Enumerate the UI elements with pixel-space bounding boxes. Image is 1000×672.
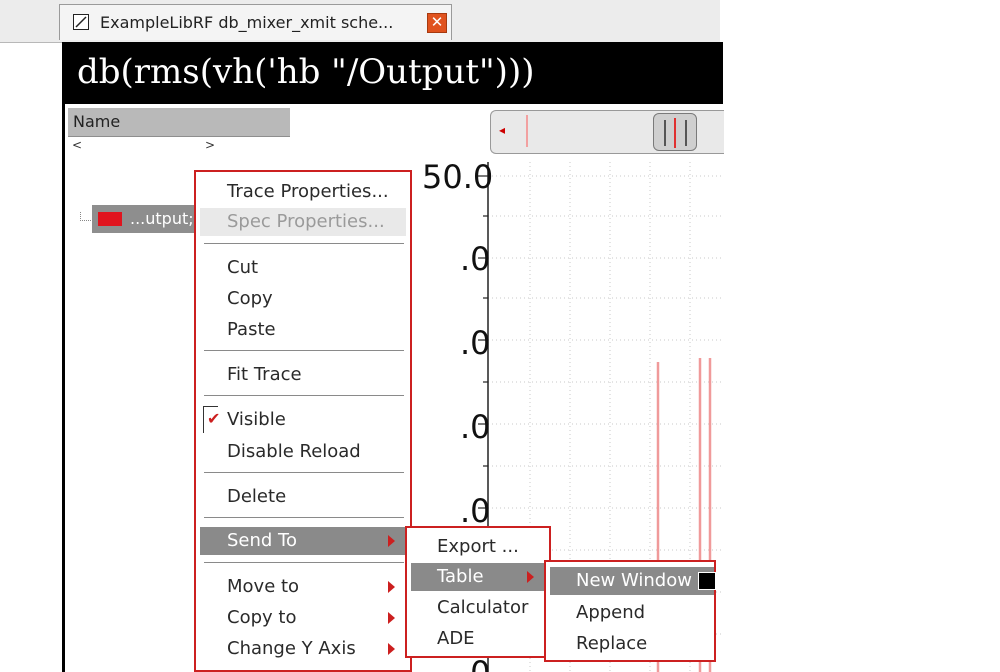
menu-item-fit-trace[interactable]: Fit Trace [200, 361, 406, 389]
menu-item-new-window[interactable]: New Window [550, 567, 716, 595]
expression-bar: db(rms(vh('hb "/Output"))) [65, 42, 723, 104]
menu-item-label: New Window [576, 570, 692, 591]
scroll-left-icon[interactable]: ◂ [499, 123, 505, 137]
close-icon[interactable]: ✕ [427, 13, 447, 33]
submenu-arrow-icon [388, 535, 395, 547]
tab-strip: ExampleLibRF db_mixer_xmit sche... ✕ [0, 0, 720, 43]
menu-item-export[interactable]: Export ... [411, 533, 547, 561]
menu-item-label: Copy to [227, 607, 297, 628]
scroll-marker [526, 115, 528, 147]
menu-item-label: ADE [437, 628, 475, 649]
tree-connector [80, 212, 91, 221]
grip-line [685, 120, 687, 146]
menu-item-label: Change Y Axis [227, 638, 356, 659]
plot-expression: db(rms(vh('hb "/Output"))) [77, 52, 535, 92]
menu-separator [204, 517, 404, 518]
menu-item-spec-properties: Spec Properties... [200, 208, 406, 236]
menu-item-calculator[interactable]: Calculator [411, 594, 547, 622]
menu-item-label: Disable Reload [227, 441, 361, 462]
menu-item-disable-reload[interactable]: Disable Reload [200, 438, 406, 466]
menu-item-paste[interactable]: Paste [200, 316, 406, 344]
legend-header-label: Name [73, 112, 121, 131]
menu-item-label: Send To [227, 530, 298, 551]
menu-item-label: Spec Properties... [227, 211, 385, 232]
y-tick-label: .0 [460, 240, 491, 278]
y-tick-label: .0 [460, 408, 491, 446]
menu-item-label: Visible [227, 409, 286, 430]
menu-separator [204, 562, 404, 563]
menu-item-visible[interactable]: ✔ Visible [200, 406, 406, 434]
menu-item-change-y-axis[interactable]: Change Y Axis [200, 635, 406, 663]
submenu-arrow-icon [388, 612, 395, 624]
menu-separator [204, 243, 404, 244]
menu-separator [204, 350, 404, 351]
menu-item-label: Delete [227, 486, 287, 507]
menu-item-label: Replace [576, 633, 648, 654]
menu-item-label: Fit Trace [227, 364, 302, 385]
checkmark-icon: ✔ [207, 409, 221, 428]
menu-separator [204, 395, 404, 396]
virtuoso-waveform-window: ExampleLibRF db_mixer_xmit sche... ✕ db(… [0, 0, 1000, 672]
send-to-submenu: Export ... Table Calculator ADE [405, 526, 551, 658]
menu-item-copy-to[interactable]: Copy to [200, 604, 406, 632]
trace-context-menu: Trace Properties... Spec Properties... C… [194, 170, 412, 672]
menu-item-table[interactable]: Table [411, 563, 547, 591]
legend-open-mark: < [72, 138, 83, 152]
trace-name: ...utput; I [130, 209, 204, 228]
menu-item-ade[interactable]: ADE [411, 625, 547, 653]
grip-line [664, 120, 666, 146]
menu-separator [204, 472, 404, 473]
submenu-arrow-icon [527, 571, 534, 583]
menu-item-move-to[interactable]: Move to [200, 573, 406, 601]
tab-title: ExampleLibRF db_mixer_xmit sche... [100, 13, 394, 32]
menu-item-label: Table [437, 566, 484, 587]
menu-item-replace[interactable]: Replace [550, 630, 714, 658]
menu-item-send-to[interactable]: Send To [200, 527, 406, 555]
menu-item-label: Calculator [437, 597, 529, 618]
scroll-position-marker [674, 118, 676, 148]
x-axis-strip-scroller[interactable]: ◂ [490, 110, 724, 154]
y-tick-label: .0 [460, 324, 491, 362]
trace-color-swatch [98, 212, 122, 226]
submenu-arrow-icon [388, 581, 395, 593]
menu-item-append[interactable]: Append [550, 599, 714, 627]
menu-item-delete[interactable]: Delete [200, 483, 406, 511]
menu-item-label: Trace Properties... [227, 181, 389, 202]
menu-item-copy[interactable]: Copy [200, 285, 406, 313]
menu-item-label: Copy [227, 288, 273, 309]
table-submenu: New Window Append Replace [544, 560, 716, 662]
menu-item-label: Cut [227, 257, 259, 278]
graph-window-icon [73, 14, 89, 30]
submenu-arrow-icon [388, 643, 395, 655]
scroll-thumb[interactable] [653, 113, 697, 151]
mouse-cursor-icon [698, 572, 716, 590]
y-tick-label: 50.0 [422, 158, 494, 196]
menu-item-label: Append [576, 602, 646, 623]
menu-item-label: Paste [227, 319, 276, 340]
legend-column-header[interactable]: Name [68, 108, 290, 137]
menu-item-cut[interactable]: Cut [200, 254, 406, 282]
menu-item-label: Export ... [437, 536, 519, 557]
menu-item-trace-properties[interactable]: Trace Properties... [200, 178, 406, 206]
menu-item-label: Move to [227, 576, 300, 597]
tab-schematic-plot[interactable]: ExampleLibRF db_mixer_xmit sche... ✕ [59, 4, 452, 40]
y-tick-label: .0 [460, 492, 491, 530]
legend-close-mark: > [205, 138, 216, 152]
